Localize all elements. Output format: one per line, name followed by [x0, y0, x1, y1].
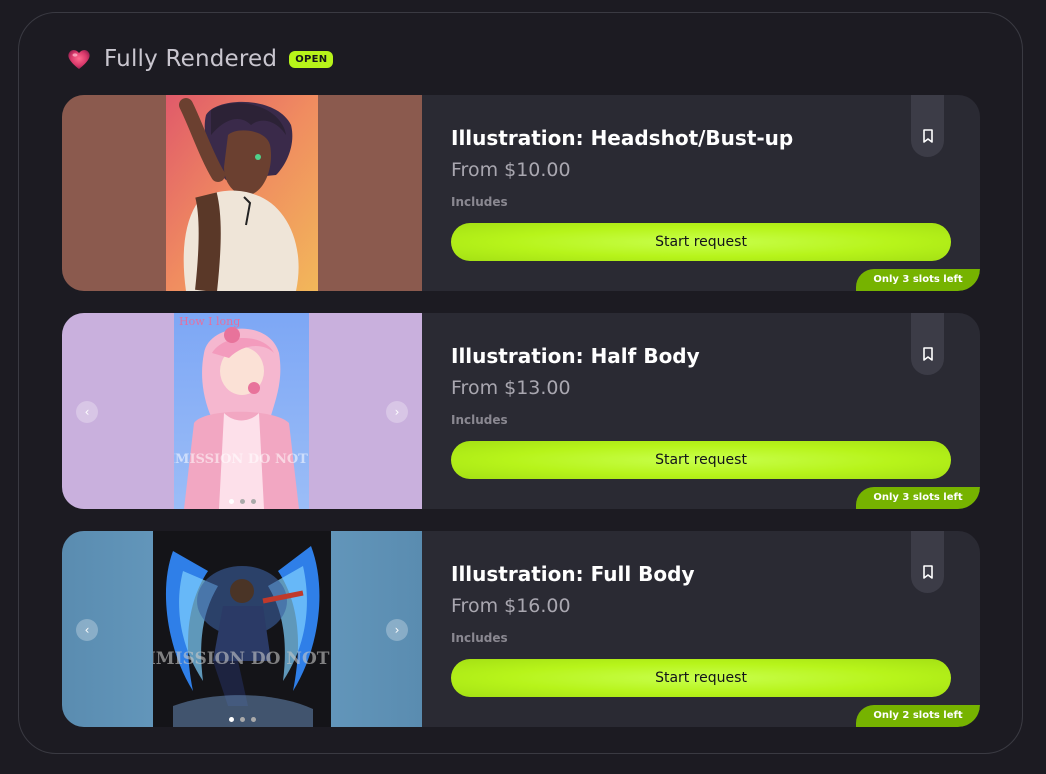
- watermark-text: COMMISSION DO NOT USE: [153, 649, 331, 669]
- card-media[interactable]: COMMISSION DO NOT USE ‹ ›: [62, 531, 422, 727]
- carousel-dot[interactable]: [239, 499, 245, 504]
- slots-left-badge: Only 2 slots left: [856, 705, 980, 727]
- card-media[interactable]: [62, 95, 422, 291]
- card-price: From $10.00: [451, 159, 571, 181]
- card-info: Illustration: Full Body From $16.00 Incl…: [451, 531, 980, 727]
- carousel-next-button[interactable]: ›: [386, 619, 408, 641]
- carousel-dots: [62, 489, 422, 508]
- heart-icon: [66, 46, 92, 72]
- start-request-button[interactable]: Start request: [451, 223, 951, 261]
- watermark-text: COMMISSION DO NOT USE: [174, 452, 309, 467]
- carousel-dot[interactable]: [239, 717, 245, 722]
- start-request-button[interactable]: Start request: [451, 659, 951, 697]
- carousel-dots: [62, 707, 422, 726]
- carousel-dot[interactable]: [250, 717, 256, 722]
- card-half-body: How I long COMMISSION DO NOT USE ‹ › Ill…: [62, 313, 980, 509]
- section-header: Fully Rendered OPEN: [66, 44, 334, 74]
- card-media[interactable]: How I long COMMISSION DO NOT USE ‹ ›: [62, 313, 422, 509]
- card-price: From $13.00: [451, 377, 571, 399]
- art-text: How I long: [179, 315, 240, 328]
- includes-label: Includes: [451, 631, 508, 645]
- status-badge: OPEN: [289, 50, 334, 68]
- start-request-button[interactable]: Start request: [451, 441, 951, 479]
- artwork-image: How I long COMMISSION DO NOT USE: [174, 313, 309, 509]
- card-title: Illustration: Full Body: [451, 562, 695, 586]
- artwork-image: COMMISSION DO NOT USE: [153, 531, 331, 727]
- card-price: From $16.00: [451, 595, 571, 617]
- card-full-body: COMMISSION DO NOT USE ‹ › Illustration: …: [62, 531, 980, 727]
- bookmark-icon: [922, 128, 934, 147]
- artwork-image: [166, 95, 318, 291]
- bookmark-icon: [922, 564, 934, 583]
- card-title: Illustration: Half Body: [451, 344, 700, 368]
- bookmark-button[interactable]: [911, 531, 944, 593]
- section-title: Fully Rendered: [104, 46, 278, 72]
- bookmark-icon: [922, 346, 934, 365]
- slots-left-badge: Only 3 slots left: [856, 487, 980, 509]
- includes-label: Includes: [451, 195, 508, 209]
- carousel-prev-button[interactable]: ‹: [76, 619, 98, 641]
- card-title: Illustration: Headshot/Bust-up: [451, 126, 794, 150]
- slots-left-badge: Only 3 slots left: [856, 269, 980, 291]
- carousel-next-button[interactable]: ›: [386, 401, 408, 423]
- carousel-dot[interactable]: [228, 717, 234, 722]
- card-info: Illustration: Headshot/Bust-up From $10.…: [451, 95, 980, 291]
- bookmark-button[interactable]: [911, 95, 944, 157]
- card-headshot: Illustration: Headshot/Bust-up From $10.…: [62, 95, 980, 291]
- carousel-dot[interactable]: [250, 499, 256, 504]
- includes-label: Includes: [451, 413, 508, 427]
- carousel-prev-button[interactable]: ‹: [76, 401, 98, 423]
- carousel-dot[interactable]: [228, 499, 234, 504]
- bookmark-button[interactable]: [911, 313, 944, 375]
- card-info: Illustration: Half Body From $13.00 Incl…: [451, 313, 980, 509]
